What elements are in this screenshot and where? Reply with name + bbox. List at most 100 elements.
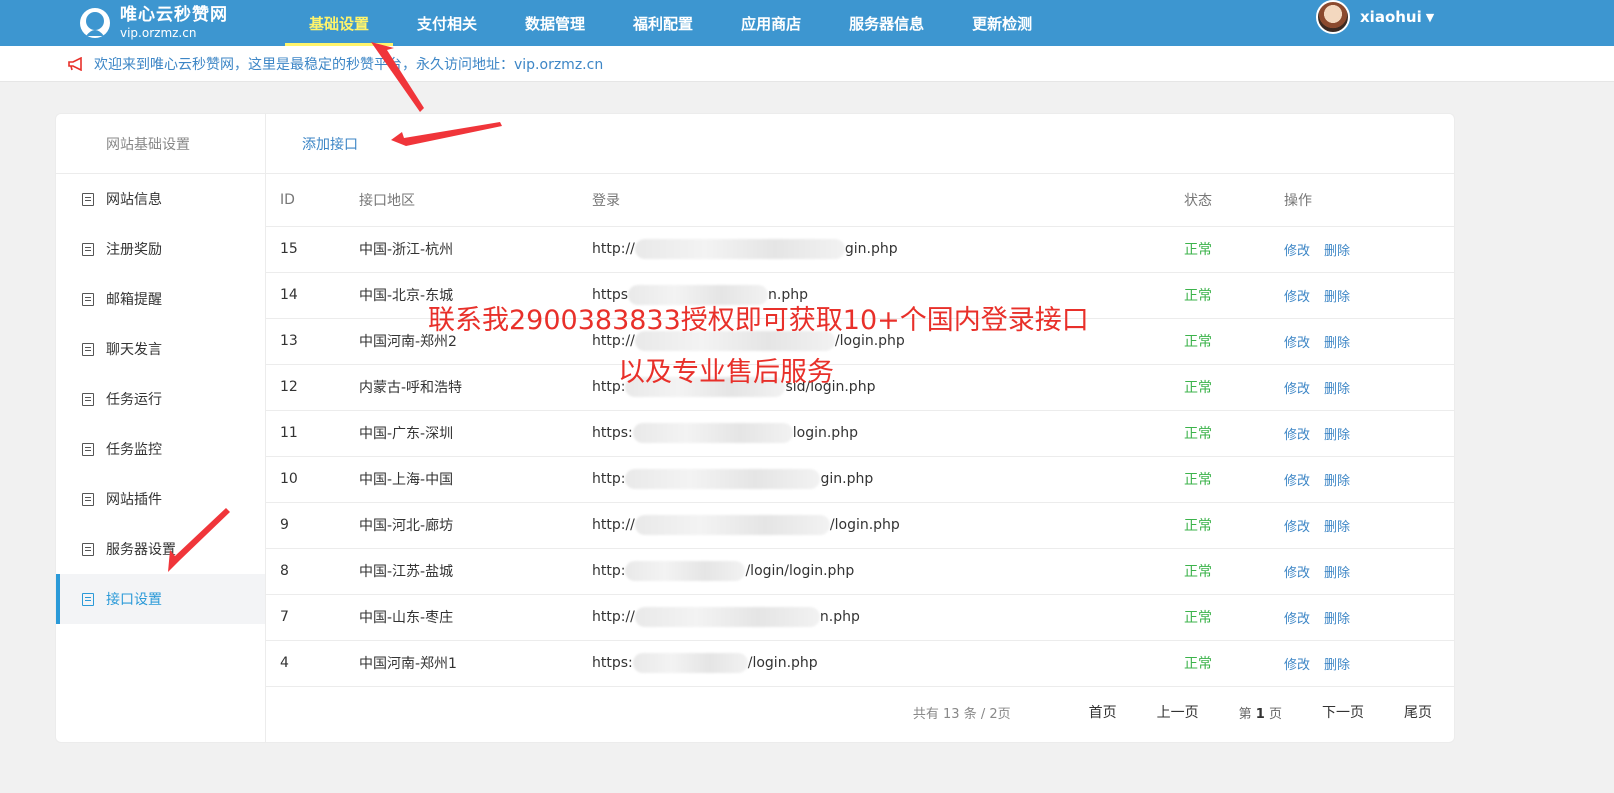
- edit-button[interactable]: 修改: [1284, 566, 1310, 581]
- list-icon: [82, 592, 94, 606]
- delete-button[interactable]: 删除: [1324, 382, 1350, 397]
- cell-actions: 修改 删除: [1284, 318, 1454, 365]
- sidebar-item-site-plugins[interactable]: 网站插件: [56, 474, 265, 524]
- nav-welfare-config[interactable]: 福利配置: [609, 0, 717, 46]
- user-menu[interactable]: xiaohui ▼: [1316, 0, 1434, 34]
- table-row: 15 中国-浙江-杭州 http:// gin.php 正常 修改 删除: [266, 226, 1454, 273]
- sidebar-heading: 网站基础设置: [56, 114, 265, 174]
- cell-login: https: /login.php: [592, 640, 1184, 687]
- pagination-first[interactable]: 首页: [1089, 702, 1117, 722]
- column-header-status: 状态: [1184, 174, 1284, 227]
- sidebar-item-task-run[interactable]: 任务运行: [56, 374, 265, 424]
- delete-button[interactable]: 删除: [1324, 428, 1350, 443]
- login-prefix: https:: [592, 655, 633, 671]
- cell-area: 中国-广东-深圳: [359, 410, 592, 457]
- table-row: 9 中国-河北-廊坊 http:// /login.php 正常 修改 删除: [266, 502, 1454, 549]
- edit-button[interactable]: 修改: [1284, 290, 1310, 305]
- column-header-area: 接口地区: [359, 174, 592, 227]
- delete-button[interactable]: 删除: [1324, 520, 1350, 535]
- sidebar-item-label: 服务器设置: [106, 542, 176, 558]
- nav-update-check[interactable]: 更新检测: [948, 0, 1056, 46]
- delete-button[interactable]: 删除: [1324, 244, 1350, 259]
- table-header-row: ID 接口地区 登录 状态 操作: [266, 174, 1454, 227]
- nav-payment[interactable]: 支付相关: [393, 0, 501, 46]
- top-navbar: 唯心云秒赞网 vip.orzmz.cn 基础设置 支付相关 数据管理 福利配置 …: [0, 0, 1614, 46]
- cell-actions: 修改 删除: [1284, 226, 1454, 273]
- notice-bar: 欢迎来到唯心云秒赞网，这里是最稳定的秒赞平台，永久访问地址：vip.orzmz.…: [0, 46, 1614, 82]
- cell-area: 中国-河北-廊坊: [359, 502, 592, 549]
- delete-button[interactable]: 删除: [1324, 290, 1350, 305]
- cell-status: 正常: [1184, 364, 1284, 411]
- edit-button[interactable]: 修改: [1284, 520, 1310, 535]
- cell-status: 正常: [1184, 640, 1284, 687]
- megaphone-icon: [68, 56, 86, 71]
- cell-id: 10: [266, 456, 359, 503]
- cell-actions: 修改 删除: [1284, 502, 1454, 549]
- login-suffix: /login.php: [829, 517, 900, 533]
- pagination-current: 第 1 页: [1239, 703, 1282, 722]
- sidebar-item-register-reward[interactable]: 注册奖励: [56, 224, 265, 274]
- delete-button[interactable]: 删除: [1324, 658, 1350, 673]
- delete-button[interactable]: 删除: [1324, 566, 1350, 581]
- delete-button[interactable]: 删除: [1324, 612, 1350, 627]
- edit-button[interactable]: 修改: [1284, 336, 1310, 351]
- pagination-last[interactable]: 尾页: [1404, 702, 1432, 722]
- sidebar-item-email-reminder[interactable]: 邮箱提醒: [56, 274, 265, 324]
- cell-id: 7: [266, 594, 359, 641]
- pagination-current-number: 1: [1255, 706, 1265, 722]
- cell-id: 4: [266, 640, 359, 687]
- edit-button[interactable]: 修改: [1284, 382, 1310, 397]
- delete-button[interactable]: 删除: [1324, 336, 1350, 351]
- main-header: 添加接口: [266, 114, 1454, 174]
- nav-server-info[interactable]: 服务器信息: [825, 0, 948, 46]
- edit-button[interactable]: 修改: [1284, 244, 1310, 259]
- cell-id: 11: [266, 410, 359, 457]
- cell-id: 13: [266, 318, 359, 365]
- edit-button[interactable]: 修改: [1284, 428, 1310, 443]
- avatar: [1316, 0, 1350, 34]
- login-suffix: /login.php: [747, 655, 818, 671]
- table-row: 7 中国-山东-枣庄 http:// n.php 正常 修改 删除: [266, 594, 1454, 641]
- nav-data-management[interactable]: 数据管理: [501, 0, 609, 46]
- delete-button[interactable]: 删除: [1324, 474, 1350, 489]
- main-panel: 添加接口 ID 接口地区 登录 状态 操作 15 中国-浙江-杭州 http://g…: [266, 114, 1454, 742]
- sidebar-item-task-monitor[interactable]: 任务监控: [56, 424, 265, 474]
- login-prefix: http://: [592, 241, 635, 257]
- sidebar-item-site-info[interactable]: 网站信息: [56, 174, 265, 224]
- sidebar-item-api-settings[interactable]: 接口设置: [56, 574, 265, 624]
- pagination-prev[interactable]: 上一页: [1157, 702, 1199, 722]
- redacted-url: [634, 239, 845, 259]
- edit-button[interactable]: 修改: [1284, 474, 1310, 489]
- cell-id: 8: [266, 548, 359, 595]
- settings-sidebar: 网站基础设置 网站信息 注册奖励 邮箱提醒 聊天发言 任务运行 任务监控 网站插…: [56, 114, 266, 742]
- pagination-total: 共有 13 条 / 2页: [912, 706, 1011, 722]
- redacted-url: [632, 423, 793, 443]
- cell-status: 正常: [1184, 502, 1284, 549]
- cell-login: http:// n.php: [592, 594, 1184, 641]
- redacted-url: [625, 469, 821, 489]
- cell-status: 正常: [1184, 594, 1284, 641]
- cell-id: 12: [266, 364, 359, 411]
- main-nav: 基础设置 支付相关 数据管理 福利配置 应用商店 服务器信息 更新检测: [285, 0, 1056, 46]
- add-api-link[interactable]: 添加接口: [302, 134, 358, 154]
- cell-actions: 修改 删除: [1284, 594, 1454, 641]
- sidebar-item-server-settings[interactable]: 服务器设置: [56, 524, 265, 574]
- sidebar-item-chat[interactable]: 聊天发言: [56, 324, 265, 374]
- cell-area: 中国-浙江-杭州: [359, 226, 592, 273]
- edit-button[interactable]: 修改: [1284, 612, 1310, 627]
- table-row: 8 中国-江苏-盐城 http: /login/login.php 正常 修改 删除: [266, 548, 1454, 595]
- edit-button[interactable]: 修改: [1284, 658, 1310, 673]
- nav-app-store[interactable]: 应用商店: [717, 0, 825, 46]
- list-icon: [82, 542, 94, 556]
- brand-logo[interactable]: 唯心云秒赞网 vip.orzmz.cn: [80, 0, 228, 46]
- cell-area: 中国-江苏-盐城: [359, 548, 592, 595]
- api-table: ID 接口地区 登录 状态 操作 15 中国-浙江-杭州 http://gin.ph…: [266, 174, 1454, 687]
- login-prefix: http:: [592, 471, 626, 487]
- pagination-next[interactable]: 下一页: [1322, 702, 1364, 722]
- login-prefix: http://: [592, 609, 635, 625]
- redacted-url: [634, 515, 830, 535]
- cell-status: 正常: [1184, 272, 1284, 319]
- nav-basic-settings[interactable]: 基础设置: [285, 0, 394, 46]
- pagination-current-suffix: 页: [1268, 706, 1282, 722]
- brand-subtitle: vip.orzmz.cn: [120, 25, 197, 40]
